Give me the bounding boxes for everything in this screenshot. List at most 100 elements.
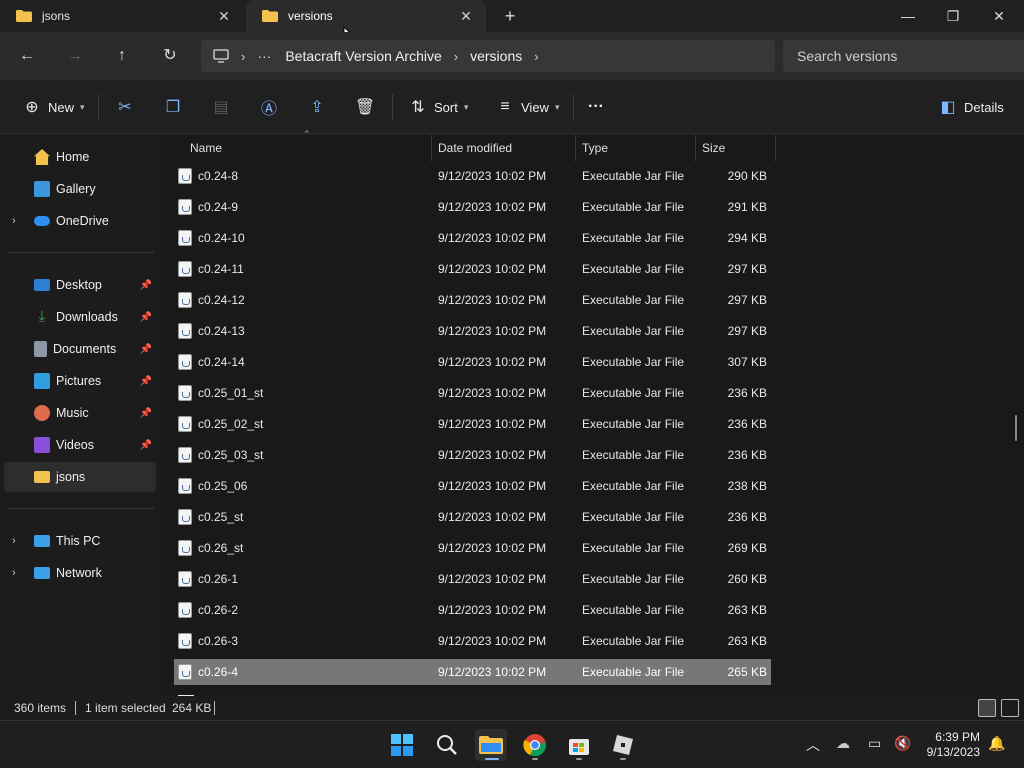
file-row[interactable]: c0.24-11 9/12/2023 10:02 PM Executable Jar… bbox=[174, 256, 771, 282]
sidebar-item-onedrive[interactable]: › OneDrive bbox=[4, 206, 156, 236]
pin-icon[interactable]: 📌 bbox=[140, 408, 152, 419]
sidebar-item-desktop[interactable]: Desktop 📌 bbox=[4, 270, 156, 300]
taskbar-file-explorer[interactable] bbox=[475, 729, 507, 761]
sidebar-item-jsons[interactable]: jsons bbox=[4, 462, 156, 492]
more-options-button[interactable]: ··· bbox=[588, 95, 604, 119]
sidebar-item-music[interactable]: Music 📌 bbox=[4, 398, 156, 428]
minimize-button[interactable]: — bbox=[885, 0, 931, 32]
sidebar-item-this-pc[interactable]: › This PC bbox=[4, 526, 156, 556]
pin-icon[interactable]: 📌 bbox=[140, 440, 152, 451]
close-tab-icon[interactable]: ✕ bbox=[216, 8, 232, 24]
column-header-date[interactable]: Date modified bbox=[438, 135, 512, 161]
network-tray-icon[interactable]: ▭ bbox=[868, 735, 881, 752]
chevron-right-icon[interactable]: › bbox=[12, 535, 16, 547]
rename-button[interactable]: Ⓐ bbox=[257, 95, 281, 119]
clock[interactable]: 6:39 PM 9/13/2023 bbox=[927, 730, 980, 760]
paste-button[interactable]: ▤ bbox=[209, 95, 233, 119]
more-crumbs-button[interactable]: ··· bbox=[257, 48, 271, 64]
file-row[interactable]: c0.24-12 9/12/2023 10:02 PM Executable Jar… bbox=[174, 287, 771, 313]
details-view-button[interactable] bbox=[978, 699, 996, 717]
notification-bell-icon[interactable]: 🔔 bbox=[988, 735, 1005, 752]
file-row[interactable]: c0.24-10 9/12/2023 10:02 PM Executable Jar… bbox=[174, 225, 771, 251]
column-header-size[interactable]: Size bbox=[702, 135, 725, 161]
sidebar-item-pictures[interactable]: Pictures 📌 bbox=[4, 366, 156, 396]
file-row[interactable]: c0.24-8 9/12/2023 10:02 PM Executable Jar … bbox=[174, 163, 771, 189]
sidebar-item-home[interactable]: Home bbox=[4, 142, 156, 172]
large-icons-view-button[interactable] bbox=[1001, 699, 1019, 717]
breadcrumb-versions[interactable]: versions bbox=[470, 48, 522, 64]
chevron-right-icon[interactable]: › bbox=[534, 49, 538, 64]
details-button[interactable]: ◧ Details bbox=[938, 95, 1003, 119]
chevron-up-icon[interactable]: ︿ bbox=[806, 735, 820, 755]
file-row[interactable]: c0.26-3 9/12/2023 10:02 PM Executable Jar … bbox=[174, 628, 771, 654]
column-divider[interactable] bbox=[695, 135, 696, 161]
taskbar-chrome[interactable] bbox=[519, 729, 551, 761]
copy-button[interactable]: ❐ bbox=[161, 95, 185, 119]
column-divider[interactable] bbox=[775, 135, 776, 161]
pin-icon[interactable]: 📌 bbox=[140, 280, 152, 291]
chevron-right-icon[interactable]: › bbox=[12, 215, 16, 227]
column-header-type[interactable]: Type bbox=[582, 135, 608, 161]
volume-muted-icon[interactable]: 🔇 bbox=[894, 735, 911, 752]
file-row[interactable]: c0.25_01_st 9/12/2023 10:02 PM Executable … bbox=[174, 380, 771, 406]
view-button[interactable]: ≡ View ▾ bbox=[493, 95, 559, 119]
sidebar-item-videos[interactable]: Videos 📌 bbox=[4, 430, 156, 460]
scrollbar-thumb[interactable] bbox=[1015, 415, 1017, 441]
search-input[interactable]: Search versions bbox=[783, 40, 1024, 72]
chevron-right-icon: › bbox=[453, 48, 459, 64]
file-row[interactable]: c0.25_st 9/12/2023 10:02 PM Executable Jar… bbox=[174, 504, 771, 530]
file-name: c0.24-13 bbox=[198, 324, 245, 338]
sort-button[interactable]: ⇅ Sort ▾ bbox=[406, 95, 468, 119]
sidebar-item-downloads[interactable]: ⤓ Downloads 📌 bbox=[4, 302, 156, 332]
column-divider[interactable] bbox=[431, 135, 432, 161]
file-row[interactable]: c0.25_03_st 9/12/2023 10:02 PM Executable … bbox=[174, 442, 771, 468]
file-row[interactable]: c0.24-9 9/12/2023 10:02 PM Executable Jar … bbox=[174, 194, 771, 220]
file-date: 9/12/2023 10:02 PM bbox=[438, 355, 547, 369]
sidebar-item-network[interactable]: › Network bbox=[4, 558, 156, 588]
forward-button[interactable]: → bbox=[63, 44, 87, 68]
new-button[interactable]: ⊕ New ▾ bbox=[20, 95, 84, 119]
taskbar-roblox[interactable] bbox=[607, 729, 639, 761]
file-row[interactable]: c0.26-2 9/12/2023 10:02 PM Executable Jar … bbox=[174, 597, 771, 623]
search-button[interactable] bbox=[431, 729, 463, 761]
file-row[interactable]: c0.24-13 9/12/2023 10:02 PM Executable Jar… bbox=[174, 318, 771, 344]
sidebar-item-documents[interactable]: Documents 📌 bbox=[4, 334, 156, 364]
jar-file-icon bbox=[178, 354, 192, 370]
cut-button[interactable]: ✂ bbox=[113, 95, 137, 119]
onedrive-tray-icon[interactable]: ☁ bbox=[836, 735, 850, 752]
chevron-right-icon[interactable]: › bbox=[12, 567, 16, 579]
taskbar-store[interactable] bbox=[563, 729, 595, 761]
file-name: c0.25_st bbox=[198, 510, 244, 524]
file-size: 269 KB bbox=[727, 541, 767, 555]
close-tab-icon[interactable]: ✕ bbox=[458, 8, 474, 24]
sort-ascending-icon: ⌃ bbox=[303, 129, 311, 139]
up-button[interactable]: ↑ bbox=[110, 44, 134, 68]
delete-button[interactable]: 🗑 bbox=[353, 95, 377, 119]
column-header-name[interactable]: Name bbox=[190, 135, 222, 161]
jar-file-icon bbox=[178, 168, 192, 184]
file-row[interactable]: c0.26-1 9/12/2023 10:02 PM Executable Jar … bbox=[174, 566, 771, 592]
file-row[interactable]: c0.24-14 9/12/2023 10:02 PM Executable Jar… bbox=[174, 349, 771, 375]
file-row[interactable]: c0.25_06 9/12/2023 10:02 PM Executable Jar… bbox=[174, 473, 771, 499]
file-row[interactable]: c0.26-4 9/12/2023 10:02 PM Executable Jar … bbox=[174, 659, 771, 685]
file-type: Executable Jar File bbox=[582, 262, 685, 276]
breadcrumb-betacraft[interactable]: Betacraft Version Archive bbox=[285, 48, 441, 64]
maximize-button[interactable]: ❐ bbox=[930, 0, 976, 32]
pin-icon[interactable]: 📌 bbox=[140, 376, 152, 387]
refresh-button[interactable]: ↻ bbox=[158, 44, 182, 68]
tab-versions[interactable]: versions ✕ bbox=[246, 0, 486, 32]
sidebar-item-gallery[interactable]: Gallery bbox=[4, 174, 156, 204]
back-button[interactable]: ← bbox=[15, 44, 39, 68]
close-window-button[interactable]: ✕ bbox=[976, 0, 1022, 32]
tab-jsons[interactable]: jsons ✕ bbox=[0, 0, 244, 32]
share-button[interactable]: ⇪ bbox=[305, 95, 329, 119]
file-row[interactable]: c0.26_st 9/12/2023 10:02 PM Executable Jar… bbox=[174, 535, 771, 561]
pin-icon[interactable]: 📌 bbox=[140, 344, 152, 355]
new-tab-button[interactable]: + bbox=[500, 6, 520, 26]
pin-icon[interactable]: 📌 bbox=[140, 312, 152, 323]
file-row[interactable]: c0.25_02_st 9/12/2023 10:02 PM Executable … bbox=[174, 411, 771, 437]
start-button[interactable] bbox=[386, 729, 418, 761]
column-divider[interactable] bbox=[575, 135, 576, 161]
address-bar[interactable]: › ··· Betacraft Version Archive › versio… bbox=[201, 40, 775, 72]
file-explorer-icon bbox=[479, 736, 503, 754]
